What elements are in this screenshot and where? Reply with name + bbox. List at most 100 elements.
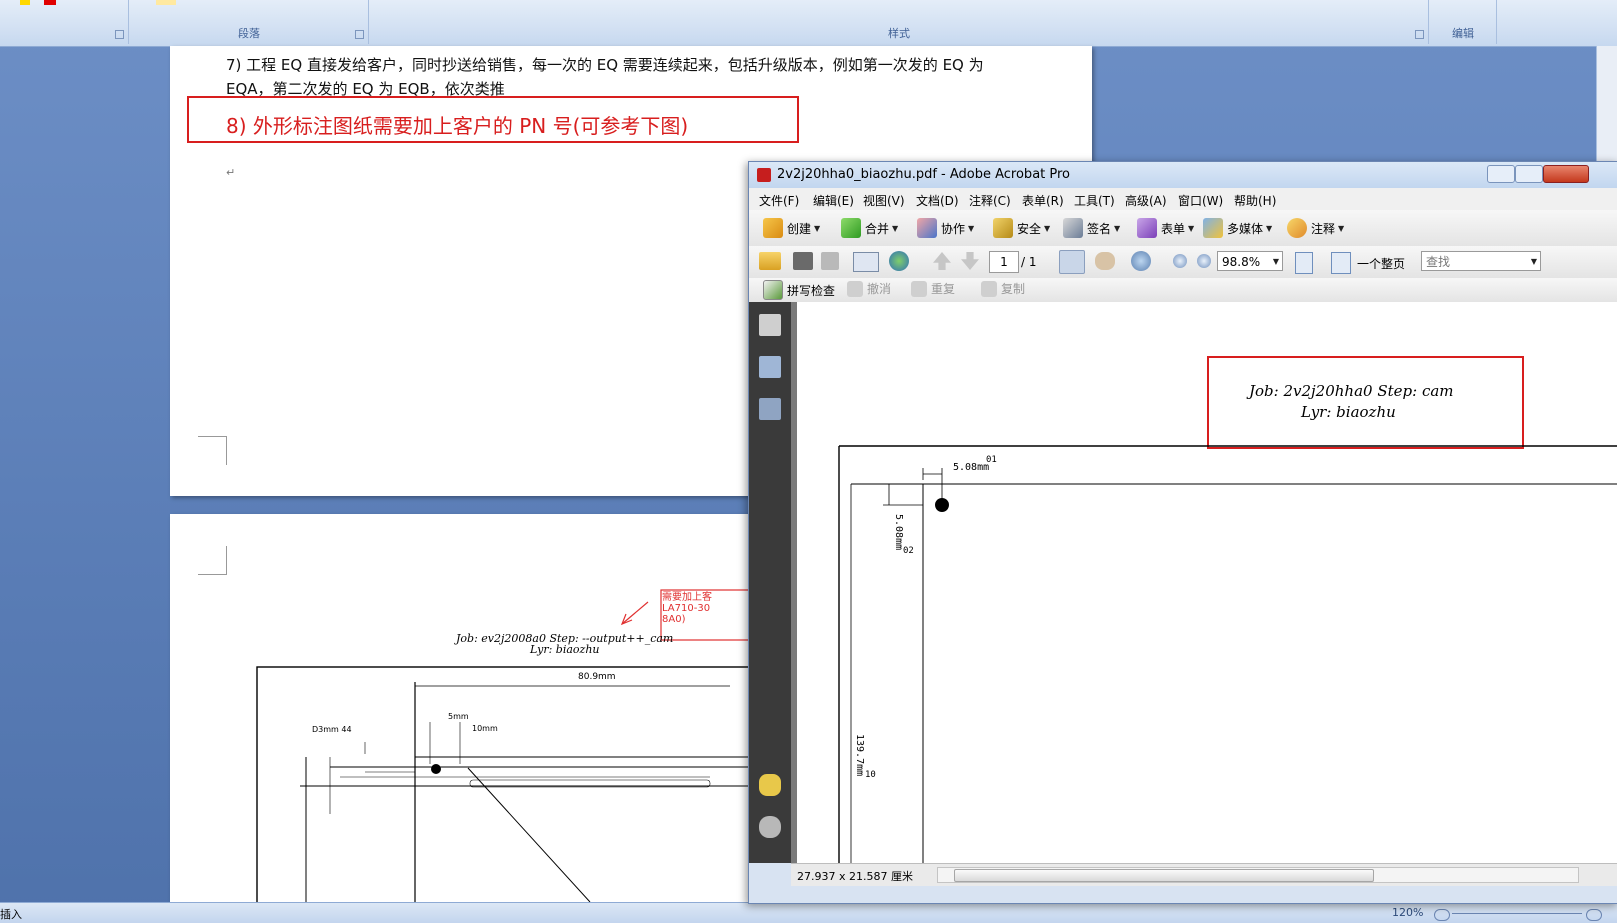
styles-dialog-launcher-icon[interactable] xyxy=(1415,30,1424,39)
form-icon xyxy=(1137,218,1157,238)
drawing-dim-c: D3mm 44 xyxy=(312,725,352,734)
select-tool-icon[interactable] xyxy=(1059,250,1085,274)
close-button[interactable] xyxy=(1543,165,1589,183)
note-line: 需要加上客 xyxy=(662,592,712,603)
copy-button[interactable]: 复制 xyxy=(981,280,1025,297)
save-icon[interactable] xyxy=(821,252,839,270)
zoom-out-icon[interactable] xyxy=(1173,254,1187,268)
zoom-out-icon[interactable] xyxy=(1434,909,1450,921)
combine-label: 合并 xyxy=(865,221,890,236)
pages-icon[interactable] xyxy=(759,314,781,336)
zoom-input[interactable]: 98.8% ▼ xyxy=(1217,251,1283,271)
next-page-icon[interactable] xyxy=(961,252,979,270)
previous-page-icon[interactable] xyxy=(933,252,951,270)
spell-check-icon xyxy=(763,280,783,300)
comments-icon[interactable] xyxy=(759,774,781,796)
ribbon-group-styles: 样式 xyxy=(370,0,1429,44)
chevron-down-icon: ▼ xyxy=(1266,223,1273,233)
scroll-thumb[interactable] xyxy=(954,869,1374,882)
create-label: 创建 xyxy=(787,221,812,236)
redo-button[interactable]: 重复 xyxy=(911,280,955,297)
pen-icon xyxy=(1063,218,1083,238)
maximize-button[interactable] xyxy=(1515,165,1543,183)
horizontal-scrollbar[interactable] xyxy=(937,867,1579,883)
pdf-page: Job: 2v2j20hha0 Step: cam Lyr: biaozhu 5… xyxy=(797,302,1617,863)
collaborate-icon xyxy=(917,218,937,238)
combine-button[interactable]: 合并 ▼ xyxy=(841,218,898,238)
menu-edit[interactable]: 编辑(E) xyxy=(813,192,854,209)
page-total: / 1 xyxy=(1021,255,1037,269)
bookmarks-icon[interactable] xyxy=(759,356,781,378)
document-pane[interactable]: Job: 2v2j20hha0 Step: cam Lyr: biaozhu 5… xyxy=(791,302,1617,863)
note-line: LA710-30 xyxy=(662,603,711,614)
menu-document[interactable]: 文档(D) xyxy=(916,192,959,209)
fit-page-icon[interactable] xyxy=(1331,252,1351,274)
spell-check-button[interactable]: 拼写检查 xyxy=(763,280,835,300)
pdf-label-01: 01 xyxy=(986,455,997,465)
chevron-down-icon: ▼ xyxy=(1338,223,1345,233)
menu-advanced[interactable]: 高级(A) xyxy=(1125,192,1167,209)
crop-mark xyxy=(198,436,227,465)
zoom-in-icon[interactable] xyxy=(1586,909,1602,921)
forms-button[interactable]: 表单 ▼ xyxy=(1137,218,1194,238)
forms-label: 表单 xyxy=(1161,221,1186,236)
pdf-dim-v: 5.08mm xyxy=(893,514,904,551)
menu-comments[interactable]: 注释(C) xyxy=(969,192,1011,209)
zoom-in-icon[interactable] xyxy=(1197,254,1211,268)
ribbon-group-label: 段落 xyxy=(238,27,260,40)
chevron-down-icon: ▼ xyxy=(1188,223,1195,233)
insert-mode-indicator[interactable]: 插入 xyxy=(0,906,22,922)
zoom-tool-icon[interactable] xyxy=(1131,251,1151,271)
web-upload-icon[interactable] xyxy=(889,251,909,271)
menu-forms[interactable]: 表单(R) xyxy=(1022,192,1064,209)
shading-icon[interactable] xyxy=(156,0,176,5)
print-icon[interactable] xyxy=(793,252,813,270)
page-size-label: 27.937 x 21.587 厘米 xyxy=(797,870,913,883)
acrobat-title-bar[interactable]: 2v2j20hha0_biaozhu.pdf - Adobe Acrobat P… xyxy=(749,162,1617,188)
open-folder-icon[interactable] xyxy=(759,252,781,270)
menu-help[interactable]: 帮助(H) xyxy=(1234,192,1276,209)
ribbon-group-font xyxy=(0,0,129,44)
menu-tools[interactable]: 工具(T) xyxy=(1074,192,1115,209)
chevron-down-icon: ▼ xyxy=(1272,257,1279,266)
menu-file[interactable]: 文件(F) xyxy=(759,192,799,209)
copy-icon xyxy=(981,280,997,297)
attachments-icon[interactable] xyxy=(759,816,781,838)
spell-check-label: 拼写检查 xyxy=(787,283,836,298)
menu-view[interactable]: 视图(V) xyxy=(863,192,905,209)
multimedia-button[interactable]: 多媒体 ▼ xyxy=(1203,218,1272,238)
highlight-color-icon[interactable] xyxy=(20,0,30,5)
task-toolbar: 创建 ▼ 合并 ▼ 协作 ▼ 安全 ▼ 签名 ▼ 表单 ▼ 多媒体 ▼ 注释 ▼ xyxy=(749,210,1617,247)
zoom-slider[interactable] xyxy=(1452,913,1582,914)
ribbon-group-paragraph: 段落 xyxy=(130,0,369,44)
comment-button[interactable]: 注释 ▼ xyxy=(1287,218,1344,238)
ribbon-group-label: 编辑 xyxy=(1452,27,1474,40)
chevron-down-icon: ▼ xyxy=(1114,223,1121,233)
multimedia-icon xyxy=(1203,218,1223,238)
pdf-label-02: 02 xyxy=(903,546,914,556)
signatures-icon[interactable] xyxy=(759,398,781,420)
search-input[interactable]: 查找 ▼ xyxy=(1421,251,1541,271)
drawing-dim-top: 80.9mm xyxy=(578,672,616,682)
secure-button[interactable]: 安全 ▼ xyxy=(993,218,1050,238)
scrolling-mode-icon[interactable] xyxy=(1295,252,1313,274)
fit-page-label[interactable]: 一个整页 xyxy=(1357,255,1405,272)
zoom-level[interactable]: 120% xyxy=(1392,906,1423,919)
undo-button[interactable]: 撤消 xyxy=(847,280,891,297)
font-dialog-launcher-icon[interactable] xyxy=(115,30,124,39)
sign-button[interactable]: 签名 ▼ xyxy=(1063,218,1120,238)
ribbon-group-editing: 编辑 xyxy=(1430,0,1497,44)
pdf-file-icon xyxy=(757,168,771,182)
hand-tool-icon[interactable] xyxy=(1095,252,1115,270)
email-icon[interactable] xyxy=(853,252,879,272)
collaborate-button[interactable]: 协作 ▼ xyxy=(917,218,974,238)
comment-icon xyxy=(1287,218,1307,238)
menu-window[interactable]: 窗口(W) xyxy=(1178,192,1223,209)
minimize-button[interactable] xyxy=(1487,165,1515,183)
paragraph-dialog-launcher-icon[interactable] xyxy=(355,30,364,39)
font-color-icon[interactable] xyxy=(44,0,56,5)
create-button[interactable]: 创建 ▼ xyxy=(763,218,820,238)
page-number-input[interactable]: 1 xyxy=(989,251,1019,273)
undo-icon xyxy=(847,280,863,297)
lock-icon xyxy=(993,218,1013,238)
